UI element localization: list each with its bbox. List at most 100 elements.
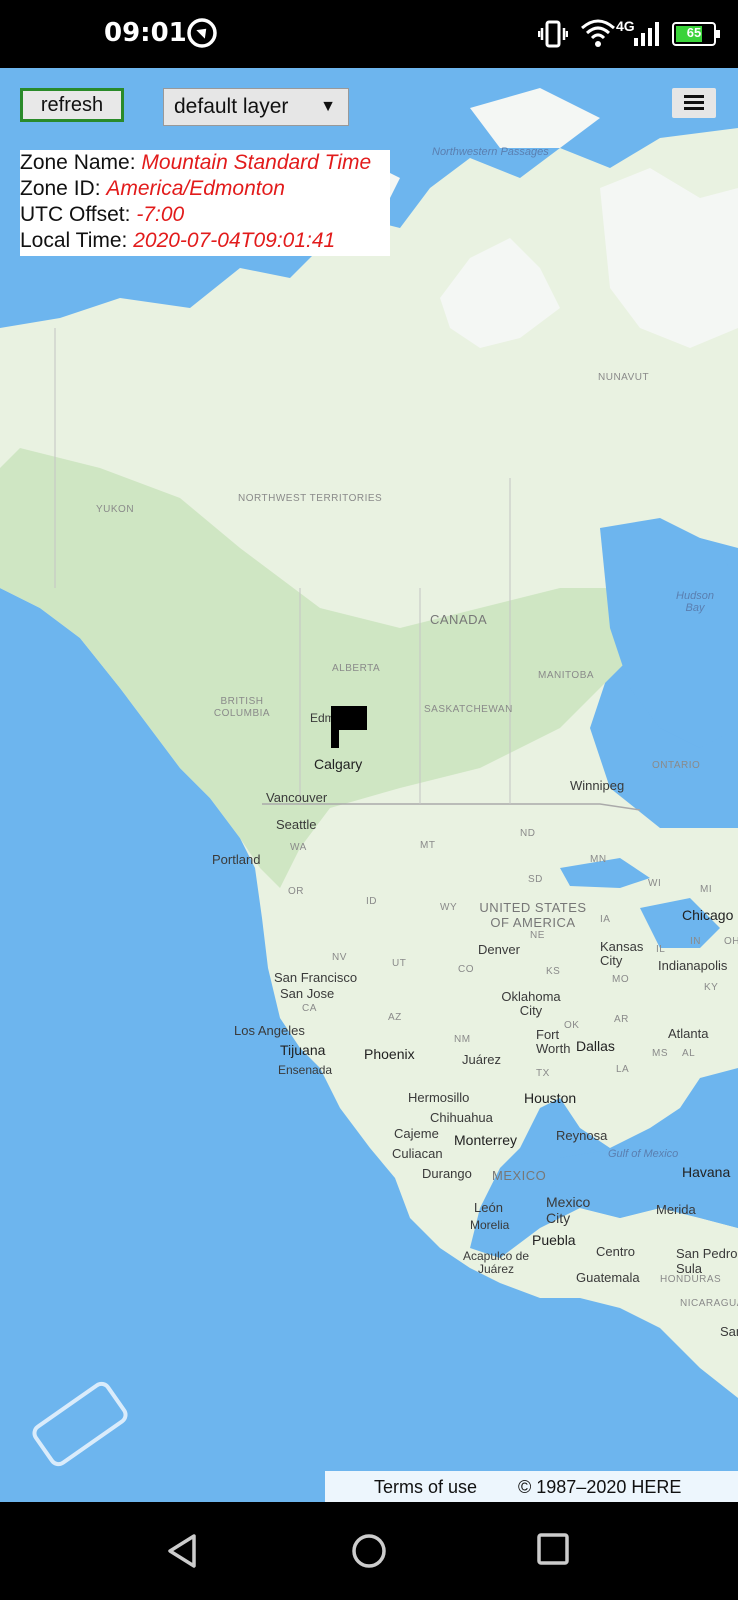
map-label-city: Tijuana <box>280 1042 326 1058</box>
map-label-city: Monterrey <box>454 1132 518 1148</box>
map-label-region: MANITOBA <box>538 670 595 681</box>
map-label-city: Cajeme <box>394 1126 439 1141</box>
map-label-state: WA <box>290 842 307 853</box>
zone-name-label: Zone Name: <box>20 151 142 174</box>
map-label-state: KS <box>546 966 561 977</box>
back-icon[interactable] <box>164 1532 200 1570</box>
map-label-city: Portland <box>212 852 261 867</box>
map-label-region: ONTARIO <box>652 760 701 771</box>
map-label-region: BRITISH COLUMBIA <box>213 696 271 719</box>
map-label-city: Los Angeles <box>234 1023 305 1038</box>
map-label-city: Houston <box>524 1090 577 1106</box>
menu-button[interactable] <box>672 88 716 118</box>
map-label-state: NV <box>332 952 347 963</box>
map-label-city: Oklahoma City <box>501 989 561 1018</box>
map-label-state: UT <box>392 958 407 969</box>
layer-select-value: default layer <box>174 95 289 118</box>
map-label-city: Fort Worth <box>536 1027 571 1056</box>
map-label-country: CANADA <box>430 612 488 627</box>
map-label-state: NE <box>530 930 545 941</box>
hamburger-menu-icon <box>684 95 704 98</box>
signal-icon <box>634 22 659 46</box>
map-label-city: Acapulco de Juárez <box>462 1249 530 1276</box>
map-label-city: San Francisco <box>274 970 358 985</box>
home-icon[interactable] <box>350 1532 388 1570</box>
refresh-button[interactable]: refresh <box>20 88 124 122</box>
map-label-city: Indianapolis <box>658 958 728 973</box>
map-label-city: Culiacan <box>392 1146 443 1161</box>
map-label-city: Denver <box>478 942 520 957</box>
battery-icon: 65 <box>672 22 720 46</box>
map-label-city: Guatemala <box>576 1270 640 1285</box>
map-label-state: KY <box>704 982 719 993</box>
wifi-icon <box>581 19 615 47</box>
battery-level: 65 <box>686 25 702 40</box>
map-label-state: OR <box>288 886 304 897</box>
map-label-region: NUNAVUT <box>598 372 650 383</box>
zone-name-row: Zone Name: Mountain Standard Time <box>20 150 390 176</box>
location-flag-icon[interactable] <box>331 706 369 748</box>
map-label-city: Havana <box>682 1164 731 1180</box>
attribution-bar: Terms of use © 1987–2020 HERE <box>325 1471 738 1502</box>
map-label-city: Puebla <box>532 1232 576 1248</box>
dropdown-arrow-icon: ▼ <box>320 98 336 115</box>
map-label-city: León <box>474 1200 503 1215</box>
map-label-country: MEXICO <box>492 1168 547 1183</box>
map-label-state: AL <box>682 1048 696 1059</box>
map-label-city: Atlanta <box>668 1026 709 1041</box>
map-label-city: Morelia <box>470 1218 510 1232</box>
map-label-city: Winnipeg <box>570 778 625 793</box>
map-background <box>0 68 738 1502</box>
map-label-state: MN <box>590 854 607 865</box>
focus-mode-icon <box>187 18 217 48</box>
local-time-value: 2020-07-04T09:01:41 <box>133 229 336 252</box>
map-label-city: San Jose <box>280 986 335 1001</box>
map-label-city: Durango <box>422 1166 472 1181</box>
recents-icon[interactable] <box>536 1532 570 1566</box>
local-time-row: Local Time: 2020-07-04T09:01:41 <box>20 228 390 254</box>
map-label-city: Merida <box>656 1202 696 1217</box>
map-label-city: Vancouver <box>266 790 328 805</box>
zone-name-value: Mountain Standard Time <box>141 151 372 174</box>
map-label-state: ID <box>366 896 377 907</box>
map-label-state: OH <box>724 936 738 947</box>
map-label-state: MS <box>652 1048 668 1059</box>
map-label-water: Hudson Bay <box>676 590 714 614</box>
map-label-city: Phoenix <box>364 1046 415 1062</box>
map-label-state: WI <box>648 878 662 889</box>
layer-select[interactable]: default layer ▼ <box>163 88 349 126</box>
map-label-state: AR <box>614 1014 629 1025</box>
utc-offset-label: UTC Offset: <box>20 203 137 226</box>
utc-offset-row: UTC Offset: -7:00 <box>20 202 390 228</box>
map-label-state: TX <box>536 1068 550 1079</box>
map-label-region: SASKATCHEWAN <box>424 704 513 715</box>
status-time: 09:01 <box>104 18 187 48</box>
map-label-city: Juárez <box>462 1052 502 1067</box>
map-label-state: CA <box>302 1003 317 1014</box>
copyright-text: © 1987–2020 HERE <box>518 1477 682 1497</box>
zone-id-row: Zone ID: America/Edmonton <box>20 176 390 202</box>
navigation-bar <box>0 1502 738 1600</box>
map-label-state: MO <box>612 974 630 985</box>
map-view[interactable]: Northwestern Passages NUNAVUT YUKON NORT… <box>0 68 738 1502</box>
map-label-state: IL <box>656 944 666 955</box>
map-label-city: Chicago <box>682 907 734 923</box>
here-logo <box>32 1381 128 1467</box>
hamburger-menu-icon-bar <box>684 107 704 110</box>
map-label-water: Gulf of Mexico <box>608 1148 679 1160</box>
map-label-state: CO <box>458 964 474 975</box>
map-label-city: Hermosillo <box>408 1090 470 1105</box>
utc-offset-value: -7:00 <box>136 203 185 226</box>
map-label-state: MI <box>700 884 713 895</box>
map-label-state: ND <box>520 828 536 839</box>
zone-id-value: America/Edmonton <box>106 177 285 200</box>
terms-of-use-link[interactable]: Terms of use <box>374 1471 477 1502</box>
map-label-state: LA <box>616 1064 630 1075</box>
map-label-city: Centro <box>596 1244 636 1259</box>
map-label-region: YUKON <box>96 504 135 515</box>
map-label-city: Chihuahua <box>430 1110 493 1125</box>
map-label-country: UNITED STATES OF AMERICA <box>479 900 587 930</box>
map-label-city: Kansas City <box>600 939 644 968</box>
map-label-region: ALBERTA <box>332 663 381 674</box>
vibrate-icon <box>538 20 568 48</box>
